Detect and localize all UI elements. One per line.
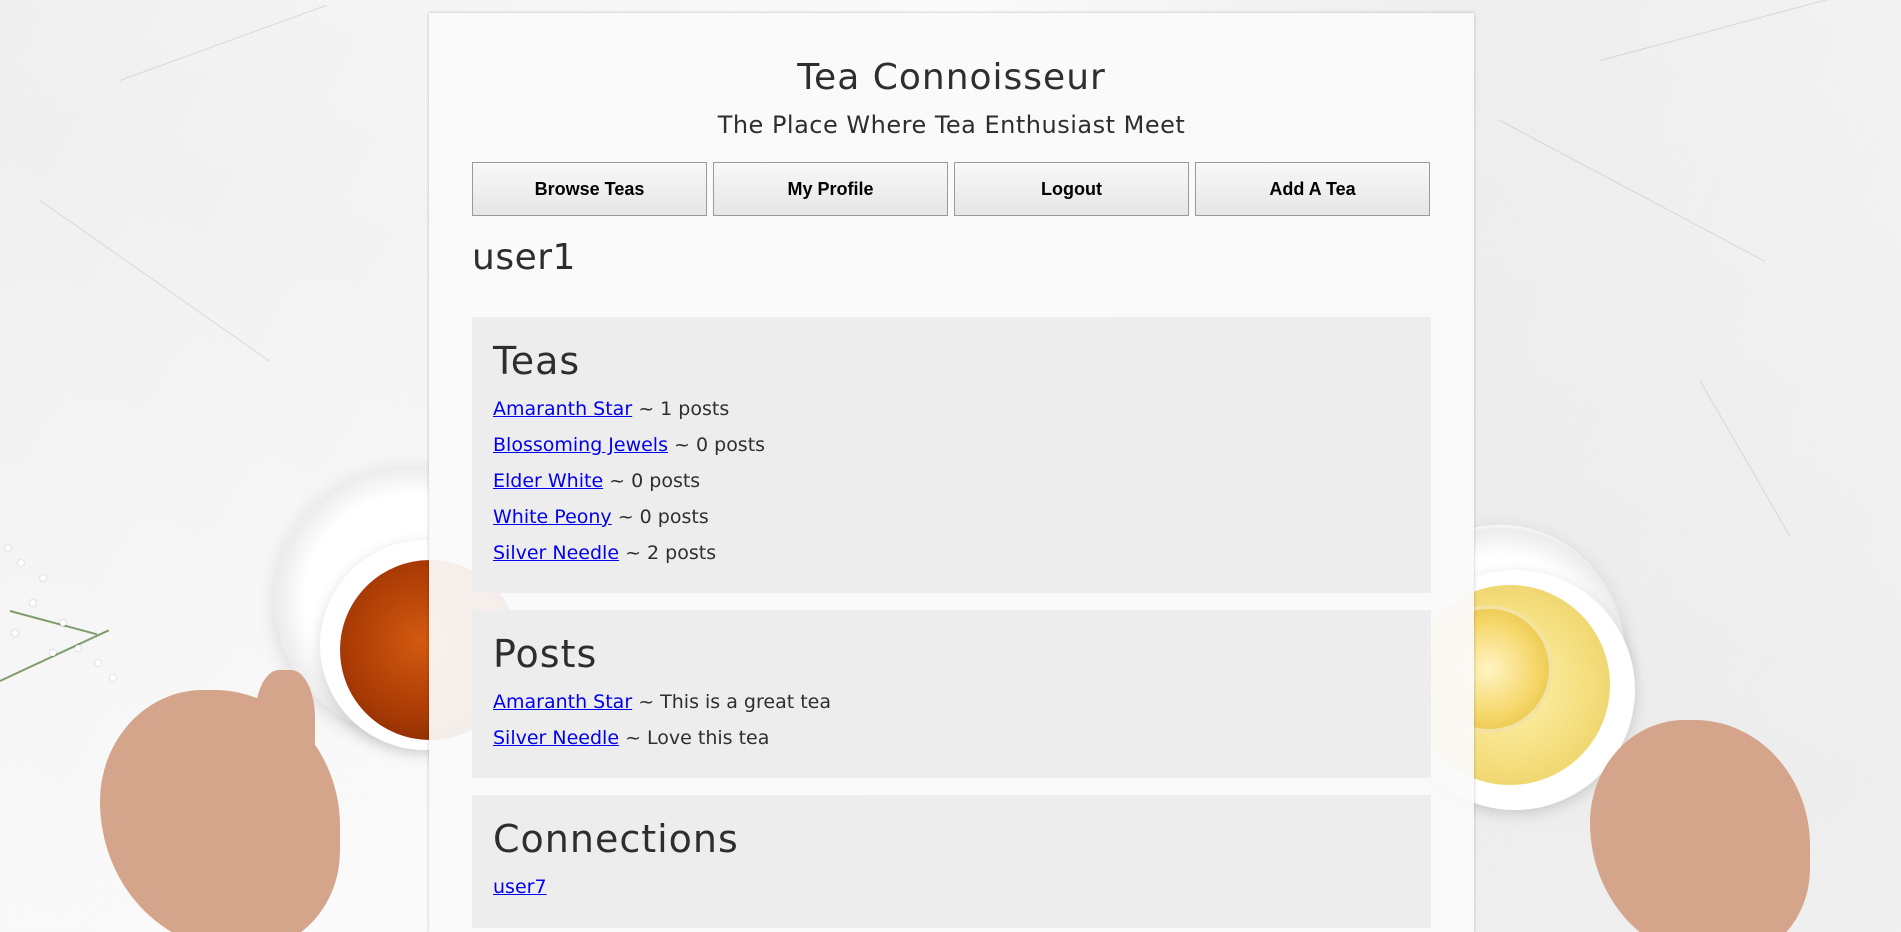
add-tea-button[interactable]: Add A Tea	[1195, 162, 1430, 216]
marble-vein	[1499, 120, 1766, 262]
posts-section: Posts Amaranth Star ~ This is a great te…	[472, 610, 1431, 778]
flower	[5, 545, 11, 551]
tea-link[interactable]: White Peony	[493, 506, 612, 528]
flower	[40, 575, 46, 581]
post-tea-link[interactable]: Silver Needle	[493, 727, 619, 749]
flower	[50, 650, 56, 656]
posts-heading: Posts	[493, 632, 598, 676]
connections-list: user7	[493, 869, 547, 905]
list-item: Blossoming Jewels ~ 0 posts	[493, 427, 765, 463]
list-item: Amaranth Star ~ This is a great tea	[493, 684, 831, 720]
list-item: Elder White ~ 0 posts	[493, 463, 765, 499]
post-text: ~ Love this tea	[619, 727, 770, 749]
my-profile-button[interactable]: My Profile	[713, 162, 948, 216]
post-tea-link[interactable]: Amaranth Star	[493, 691, 632, 713]
tea-post-count: ~ 1 posts	[632, 398, 730, 420]
list-item: White Peony ~ 0 posts	[493, 499, 765, 535]
flower	[110, 675, 116, 681]
logout-button[interactable]: Logout	[954, 162, 1189, 216]
marble-vein	[119, 4, 327, 81]
flower	[75, 645, 81, 651]
flower	[12, 630, 18, 636]
hand-left	[100, 690, 340, 932]
flower	[18, 560, 24, 566]
teas-list: Amaranth Star ~ 1 posts Blossoming Jewel…	[493, 391, 765, 571]
connection-user-link[interactable]: user7	[493, 876, 547, 898]
tea-post-count: ~ 0 posts	[603, 470, 701, 492]
marble-vein	[1699, 380, 1791, 537]
profile-username: user1	[472, 237, 576, 278]
flower-stem	[0, 629, 110, 682]
tea-link[interactable]: Amaranth Star	[493, 398, 632, 420]
site-subtitle: The Place Where Tea Enthusiast Meet	[717, 111, 1186, 139]
browse-teas-button[interactable]: Browse Teas	[472, 162, 707, 216]
flower	[95, 660, 101, 666]
thumb-left	[255, 670, 315, 790]
teas-section: Teas Amaranth Star ~ 1 posts Blossoming …	[472, 317, 1431, 593]
posts-list: Amaranth Star ~ This is a great tea Silv…	[493, 684, 831, 756]
hand-right	[1590, 720, 1810, 932]
tea-link[interactable]: Silver Needle	[493, 542, 619, 564]
marble-vein	[39, 200, 270, 362]
connections-heading: Connections	[493, 817, 739, 861]
flower-stem	[9, 610, 98, 636]
post-text: ~ This is a great tea	[632, 691, 831, 713]
list-item: Silver Needle ~ 2 posts	[493, 535, 765, 571]
site-title: Tea Connoisseur	[797, 57, 1106, 98]
list-item: Silver Needle ~ Love this tea	[493, 720, 831, 756]
marble-vein	[1599, 0, 1852, 61]
flower	[60, 620, 66, 626]
main-panel: Tea Connoisseur The Place Where Tea Enth…	[429, 13, 1474, 932]
tea-post-count: ~ 2 posts	[619, 542, 717, 564]
tea-post-count: ~ 0 posts	[668, 434, 766, 456]
list-item: Amaranth Star ~ 1 posts	[493, 391, 765, 427]
list-item: user7	[493, 869, 547, 905]
tea-link[interactable]: Elder White	[493, 470, 603, 492]
tea-post-count: ~ 0 posts	[611, 506, 709, 528]
tea-link[interactable]: Blossoming Jewels	[493, 434, 668, 456]
teas-heading: Teas	[493, 339, 581, 383]
nav-bar: Browse Teas My Profile Logout Add A Tea	[472, 162, 1430, 216]
connections-section: Connections user7	[472, 795, 1431, 928]
flower	[30, 600, 36, 606]
